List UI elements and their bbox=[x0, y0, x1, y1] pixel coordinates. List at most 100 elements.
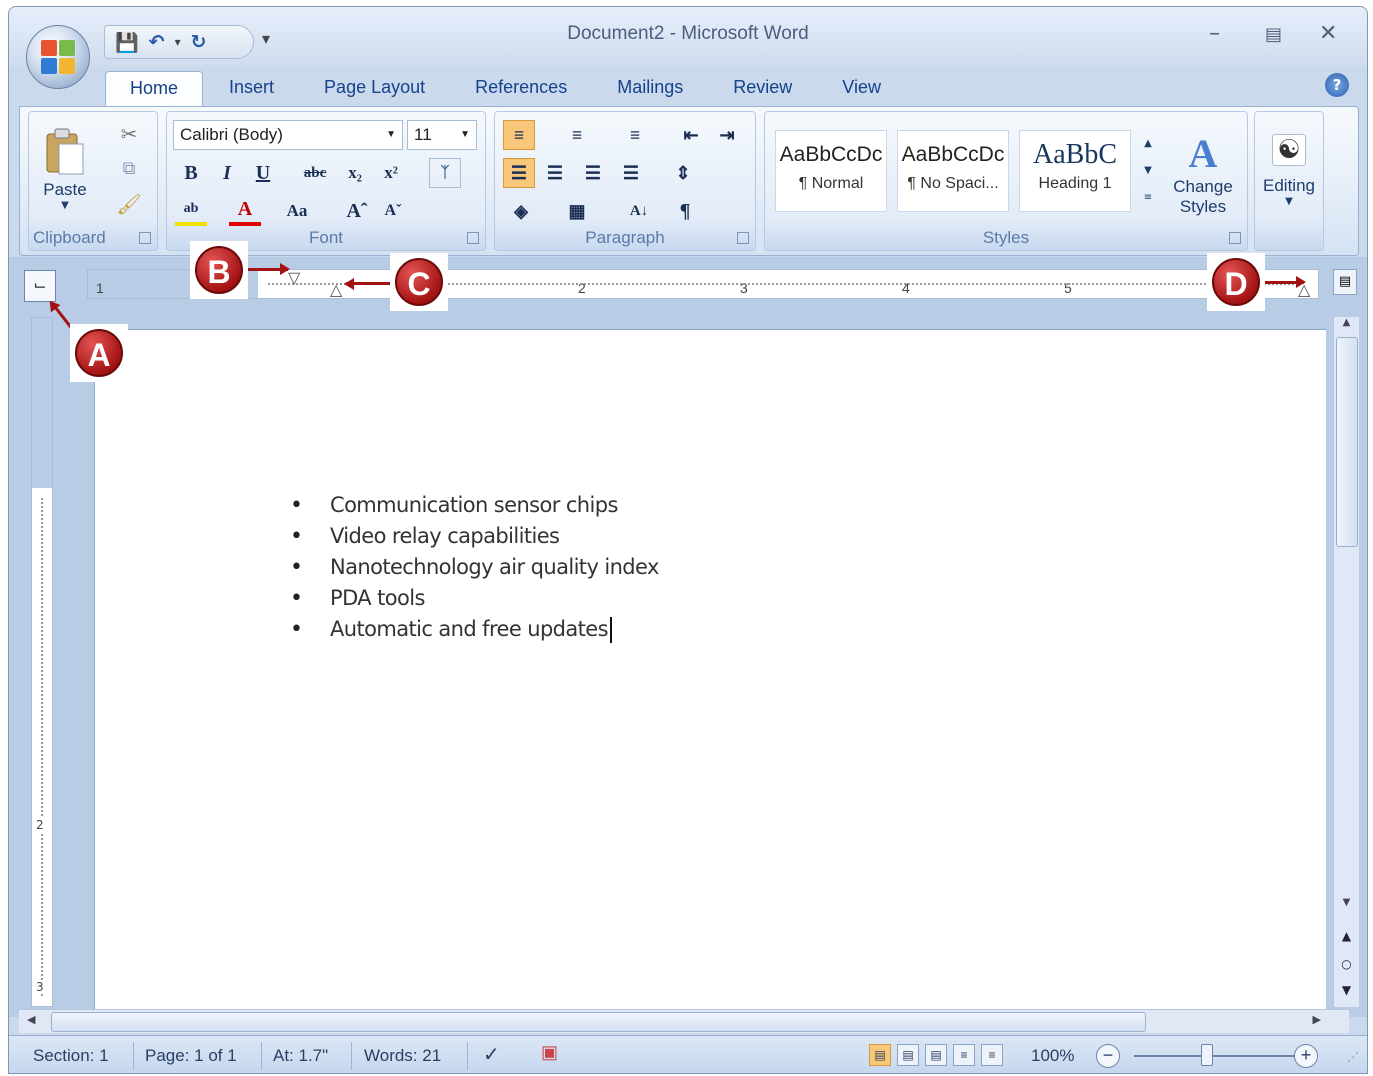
clear-formatting-button[interactable]: ᛉ bbox=[429, 158, 461, 188]
web-layout-view-button[interactable]: ▤ bbox=[925, 1044, 947, 1066]
list-item[interactable]: Automatic and free updates bbox=[290, 614, 659, 645]
styles-launcher-icon[interactable] bbox=[1229, 232, 1241, 244]
highlight-button[interactable]: ab bbox=[175, 196, 207, 226]
scroll-up-icon[interactable]: ▲ bbox=[1144, 138, 1152, 149]
shrink-font-button[interactable]: Aˇ bbox=[377, 196, 409, 226]
minimize-icon[interactable]: – bbox=[1209, 21, 1220, 46]
list-item[interactable]: PDA tools bbox=[290, 583, 659, 614]
editing-button[interactable]: ☯ Editing ▼ bbox=[1259, 120, 1319, 220]
superscript-button[interactable]: x² bbox=[375, 158, 407, 188]
tab-selector-button[interactable]: ⌙ bbox=[24, 270, 56, 302]
show-formatting-button[interactable]: ¶ bbox=[669, 196, 701, 226]
proofing-icon[interactable]: ✓ bbox=[483, 1042, 500, 1067]
format-painter-icon[interactable]: 🖌 bbox=[115, 190, 143, 218]
full-screen-reading-view-button[interactable]: ▤ bbox=[897, 1044, 919, 1066]
align-center-button[interactable]: ☰ bbox=[539, 158, 571, 188]
clipboard-launcher-icon[interactable] bbox=[139, 232, 151, 244]
cut-icon[interactable]: ✂ bbox=[115, 120, 143, 148]
bold-button[interactable]: B bbox=[175, 158, 207, 188]
grow-font-button[interactable]: Aˆ bbox=[341, 196, 373, 226]
status-page[interactable]: Page: 1 of 1 bbox=[145, 1046, 237, 1066]
previous-page-icon[interactable]: ▲ bbox=[1334, 929, 1359, 943]
font-launcher-icon[interactable] bbox=[467, 232, 479, 244]
zoom-in-button[interactable]: + bbox=[1294, 1044, 1318, 1068]
scroll-right-icon[interactable]: ▶ bbox=[1313, 1013, 1321, 1026]
zoom-out-button[interactable]: − bbox=[1096, 1044, 1120, 1068]
document-page[interactable]: Communication sensor chips Video relay c… bbox=[94, 329, 1326, 1019]
zoom-slider-track[interactable] bbox=[1134, 1055, 1294, 1057]
numbering-button[interactable]: ≡ bbox=[561, 120, 593, 150]
view-ruler-icon[interactable]: ▤ bbox=[1333, 269, 1357, 295]
font-size-input[interactable]: 11 ▼ bbox=[407, 120, 477, 150]
scroll-down-icon[interactable]: ▼ bbox=[1144, 165, 1152, 176]
sort-button[interactable]: A↓ bbox=[623, 196, 655, 226]
font-size-dropdown-icon[interactable]: ▼ bbox=[460, 129, 470, 140]
more-icon[interactable]: ≡ bbox=[1144, 192, 1152, 203]
tab-home[interactable]: Home bbox=[105, 71, 204, 107]
font-name-dropdown-icon[interactable]: ▼ bbox=[386, 129, 396, 140]
status-section[interactable]: Section: 1 bbox=[33, 1046, 109, 1066]
draft-view-button[interactable]: ≡ bbox=[981, 1044, 1003, 1066]
vertical-scroll-thumb[interactable] bbox=[1336, 337, 1358, 547]
tab-insert[interactable]: Insert bbox=[205, 71, 298, 107]
copy-icon[interactable]: ⧉ bbox=[115, 154, 143, 182]
vertical-ruler[interactable]: 2 3 bbox=[31, 317, 53, 1007]
borders-button[interactable]: ▦ bbox=[561, 196, 593, 226]
scroll-up-arrow-icon[interactable]: ▲ bbox=[1334, 317, 1359, 328]
increase-indent-button[interactable]: ⇥ bbox=[711, 120, 743, 150]
tab-review[interactable]: Review bbox=[709, 71, 816, 107]
paste-button[interactable]: Paste ▼ bbox=[35, 118, 95, 218]
horizontal-scrollbar[interactable]: ◀ ▶ bbox=[19, 1009, 1349, 1033]
bullet-list[interactable]: Communication sensor chips Video relay c… bbox=[290, 490, 659, 645]
font-color-button[interactable]: A bbox=[229, 196, 261, 226]
strikethrough-button[interactable]: abc bbox=[299, 158, 331, 188]
horizontal-scroll-thumb[interactable] bbox=[51, 1012, 1146, 1032]
horizontal-ruler[interactable]: 1 2 3 4 5 ▽ △ △ bbox=[87, 269, 1319, 299]
outline-view-button[interactable]: ≡ bbox=[953, 1044, 975, 1066]
change-case-button[interactable]: Aa bbox=[281, 196, 313, 226]
align-right-button[interactable]: ☰ bbox=[577, 158, 609, 188]
tab-mailings[interactable]: Mailings bbox=[593, 71, 707, 107]
style-no-spacing[interactable]: AaBbCcDc ¶ No Spaci... bbox=[897, 130, 1009, 212]
scroll-left-icon[interactable]: ◀ bbox=[27, 1013, 35, 1026]
select-browse-object-icon[interactable]: ○ bbox=[1334, 957, 1359, 971]
style-heading-1[interactable]: AaBbC Heading 1 bbox=[1019, 130, 1131, 212]
print-layout-view-button[interactable]: ▤ bbox=[869, 1044, 891, 1066]
maximize-icon[interactable]: ▤ bbox=[1265, 24, 1282, 45]
change-styles-button[interactable]: A Change Styles bbox=[1161, 118, 1245, 228]
list-item[interactable]: Communication sensor chips bbox=[290, 490, 659, 521]
paragraph-launcher-icon[interactable] bbox=[737, 232, 749, 244]
help-icon[interactable]: ? bbox=[1325, 73, 1349, 97]
list-item[interactable]: Video relay capabilities bbox=[290, 521, 659, 552]
office-button[interactable] bbox=[26, 25, 90, 89]
shading-button[interactable]: ◈ bbox=[505, 196, 537, 226]
style-normal[interactable]: AaBbCcDc ¶ Normal bbox=[775, 130, 887, 212]
resize-grip-icon[interactable]: ⋰ bbox=[1347, 1050, 1359, 1064]
decrease-indent-button[interactable]: ⇤ bbox=[675, 120, 707, 150]
list-item[interactable]: Nanotechnology air quality index bbox=[290, 552, 659, 583]
align-left-button[interactable]: ☰ bbox=[503, 158, 535, 188]
subscript-button[interactable]: x₂ bbox=[339, 158, 371, 188]
underline-button[interactable]: U bbox=[247, 158, 279, 188]
multilevel-list-button[interactable]: ≡ bbox=[619, 120, 651, 150]
zoom-level[interactable]: 100% bbox=[1031, 1046, 1074, 1066]
status-words[interactable]: Words: 21 bbox=[364, 1046, 441, 1066]
callout-a-label: A bbox=[75, 329, 123, 377]
close-icon[interactable]: ✕ bbox=[1319, 21, 1337, 46]
macro-record-icon[interactable]: ▣ bbox=[541, 1042, 558, 1063]
tab-references[interactable]: References bbox=[451, 71, 591, 107]
tab-view[interactable]: View bbox=[818, 71, 905, 107]
bullets-button[interactable]: ≡ bbox=[503, 120, 535, 150]
styles-gallery-scroll[interactable]: ▲ ▼ ≡ bbox=[1139, 126, 1157, 214]
line-spacing-button[interactable]: ⇕ bbox=[667, 158, 699, 188]
next-page-icon[interactable]: ▼ bbox=[1334, 983, 1359, 997]
status-position[interactable]: At: 1.7" bbox=[273, 1046, 328, 1066]
font-name-input[interactable]: Calibri (Body) ▼ bbox=[173, 120, 403, 150]
zoom-slider-thumb[interactable] bbox=[1201, 1044, 1213, 1066]
vertical-scrollbar[interactable]: ▲ ▼ ▲ ○ ▼ bbox=[1333, 317, 1359, 1007]
tab-page-layout[interactable]: Page Layout bbox=[300, 71, 449, 107]
justify-button[interactable]: ☰ bbox=[615, 158, 647, 188]
italic-button[interactable]: I bbox=[211, 158, 243, 188]
hanging-indent-marker[interactable]: △ bbox=[330, 280, 342, 300]
scroll-down-arrow-icon[interactable]: ▼ bbox=[1334, 897, 1359, 908]
